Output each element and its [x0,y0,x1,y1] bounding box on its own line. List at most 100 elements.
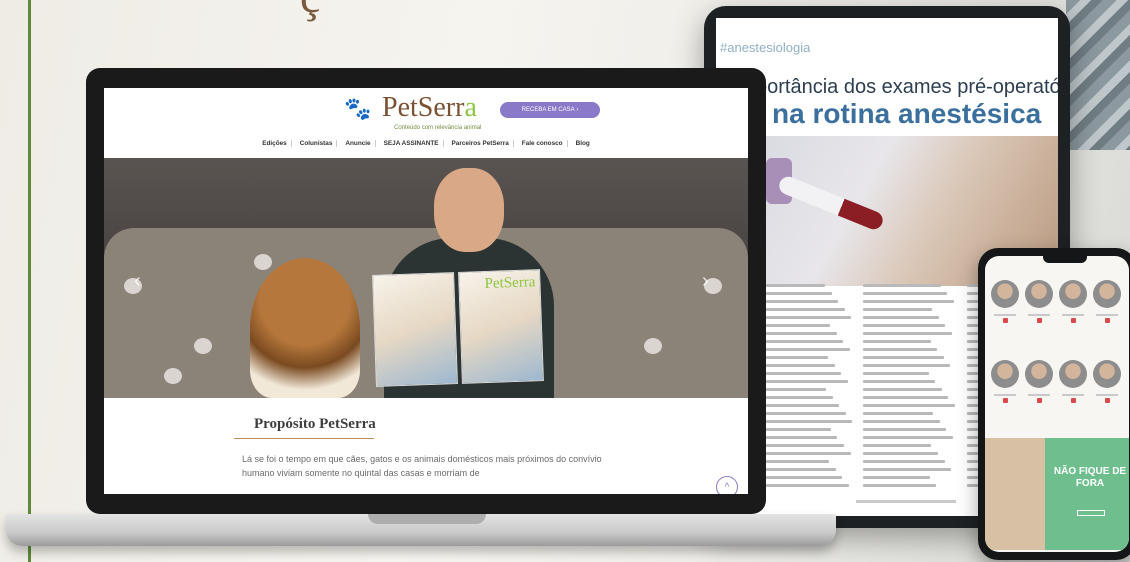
text-line [863,348,938,351]
promo-banner-button[interactable] [1077,510,1105,516]
text-line [863,332,952,335]
chevron-up-icon[interactable]: ^ [716,476,738,494]
text-line [760,372,842,375]
avatar[interactable] [1059,280,1087,308]
text-line [760,348,850,351]
text-line [863,428,947,431]
chevron-right-icon[interactable]: › [702,270,709,293]
text-line [863,284,941,287]
laptop-screen: 🐾 PetSerra Conteúdo com relevância anima… [104,88,748,494]
text-line [760,460,830,463]
text-line [863,364,951,367]
phone-screen: NÃO FIQUE DE FORA [985,256,1129,552]
avatar[interactable] [991,360,1019,388]
section-title: Propósito PetSerra [254,416,376,432]
columnist-caption [1059,394,1087,404]
text-line [760,356,829,359]
nav-item-assinante[interactable]: SEJA ASSINANTE [380,140,444,147]
nav-item-colunistas[interactable]: Colunistas [296,140,338,147]
nav-item-contato[interactable]: Fale conosco [518,140,568,147]
text-line [760,324,830,327]
columnist-caption [1025,394,1053,404]
chevron-left-icon[interactable]: ‹ [134,270,141,293]
text-line [863,300,954,303]
article-column [760,280,853,500]
text-line [863,476,930,479]
decorative-corner-graphic [1066,0,1130,150]
text-line [760,420,853,423]
magazine-cover: PetSerra [458,269,544,384]
text-line [863,372,929,375]
text-line [760,484,849,487]
paw-print-decoration [644,338,662,354]
paw-icon[interactable]: 🐾 [344,96,371,122]
columnist-caption [991,314,1019,324]
text-line [760,308,845,311]
section-body-text: Lá se foi o tempo em que cães, gatos e o… [242,454,602,478]
avatar[interactable] [1093,360,1121,388]
about-section: Propósito PetSerra Lá se foi o tempo em … [104,398,748,494]
text-line [760,452,851,455]
text-line [863,292,948,295]
text-line [760,300,839,303]
text-line [760,444,844,447]
avatar[interactable] [991,280,1019,308]
laptop-base [6,514,836,546]
text-line [760,388,827,391]
top-decorative-glyph: ç [300,0,320,23]
text-line [760,468,836,471]
text-line [760,292,832,295]
text-line [863,380,936,383]
columnist-avatar-row [991,280,1121,308]
text-line [760,412,846,415]
text-line [863,444,932,447]
columnist-name-row [991,394,1121,404]
text-line [863,460,945,463]
text-line [760,316,852,319]
text-line [760,340,844,343]
promo-banner[interactable]: NÃO FIQUE DE FORA [985,438,1129,550]
site-tagline: Conteúdo com relevância animal [394,125,482,131]
decorative-left-rule [28,0,31,562]
text-line [760,436,838,439]
avatar[interactable] [1025,360,1053,388]
phone-notch [1043,256,1087,263]
columnist-caption [1025,314,1053,324]
columnist-caption [991,394,1019,404]
nav-item-anuncie[interactable]: Anuncie [341,140,376,147]
text-line [863,324,946,327]
subscribe-button[interactable]: RECEBA EM CASA › [500,102,600,118]
text-line [760,428,831,431]
text-line [863,308,933,311]
avatar[interactable] [1025,280,1053,308]
article-footer-line [856,500,956,503]
text-line [863,356,944,359]
paw-print-decoration [194,338,212,354]
article-title-line1: portância dos exames pré-operatórios [756,76,1058,98]
article-title-line2: na rotina anestésica [772,98,1042,129]
text-line [863,396,949,399]
phone-device: NÃO FIQUE DE FORA [978,248,1130,560]
site-header: 🐾 PetSerra Conteúdo com relevância anima… [104,88,748,158]
text-line [760,364,835,367]
columnist-caption [1059,314,1087,324]
nav-item-parceiros[interactable]: Parceiros PetSerra [448,140,514,147]
magazine-logo: PetSerra [484,274,536,293]
laptop-device: 🐾 PetSerra Conteúdo com relevância anima… [86,68,766,514]
avatar[interactable] [1093,280,1121,308]
nav-item-blog[interactable]: Blog [572,140,594,147]
laptop-notch [368,514,486,524]
text-line [760,396,833,399]
text-line [760,332,837,335]
text-line [760,404,840,407]
text-line [863,316,939,319]
text-line [863,468,952,471]
columnist-caption [1093,314,1121,324]
hero-carousel: PetSerra ‹ › [104,158,748,398]
paw-print-decoration [164,368,182,384]
avatar[interactable] [1059,360,1087,388]
article-tag[interactable]: #anestesiologia [720,40,810,55]
site-logo[interactable]: PetSerra [382,92,477,124]
nav-item-edicoes[interactable]: Edições [258,140,292,147]
person-head [434,168,504,252]
